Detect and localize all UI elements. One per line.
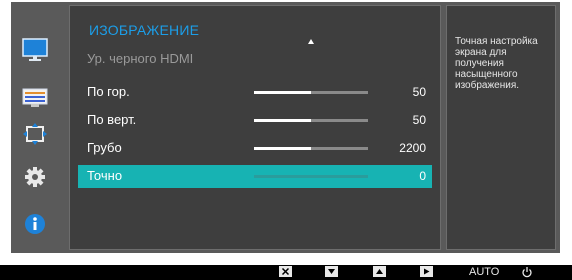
power-icon[interactable]	[521, 266, 533, 278]
picture-menu-panel: ИЗОБРАЖЕНИЕ Ур. черного HDMI По гор. 50 …	[69, 5, 441, 250]
menu-item-label: Ур. черного HDMI	[87, 51, 194, 66]
category-sidebar	[11, 2, 59, 253]
auto-button[interactable]: AUTO	[469, 266, 499, 278]
menu-title: ИЗОБРАЖЕНИЕ	[89, 22, 200, 38]
menu-item-v-position[interactable]: По верт. 50	[78, 109, 432, 132]
enter-icon[interactable]	[420, 266, 433, 277]
h-position-slider[interactable]	[254, 91, 368, 94]
monitor-icon[interactable]	[22, 37, 48, 63]
menu-item-value: 50	[412, 113, 426, 127]
button-guide-bar: AUTO	[0, 265, 572, 280]
down-icon[interactable]	[325, 266, 338, 277]
menu-item-label: Грубо	[87, 140, 122, 155]
menu-item-value: 2200	[399, 141, 426, 155]
help-text: Точная настройка экрана для получения на…	[455, 36, 538, 91]
menu-item-label: По гор.	[87, 84, 130, 99]
resize-arrows-icon[interactable]	[22, 122, 48, 146]
v-position-slider[interactable]	[254, 119, 368, 122]
gear-icon[interactable]	[22, 165, 48, 189]
monitor-settings-icon[interactable]	[22, 87, 48, 109]
fine-slider[interactable]	[254, 175, 368, 178]
menu-item-fine[interactable]: Точно 0	[78, 165, 432, 188]
up-icon[interactable]	[373, 266, 386, 277]
help-panel: Точная настройка экрана для получения на…	[446, 5, 556, 250]
menu-item-value: 0	[419, 169, 426, 183]
menu-item-label: По верт.	[87, 112, 137, 127]
scroll-up-indicator	[308, 39, 314, 44]
info-icon[interactable]	[22, 212, 48, 236]
coarse-slider[interactable]	[254, 147, 368, 150]
close-icon[interactable]	[279, 266, 292, 277]
menu-item-h-position[interactable]: По гор. 50	[78, 81, 432, 104]
menu-item-coarse[interactable]: Грубо 2200	[78, 137, 432, 160]
menu-item-value: 50	[412, 85, 426, 99]
menu-item-black-level-hdmi[interactable]: Ур. черного HDMI	[78, 48, 432, 71]
menu-item-label: Точно	[87, 168, 123, 183]
